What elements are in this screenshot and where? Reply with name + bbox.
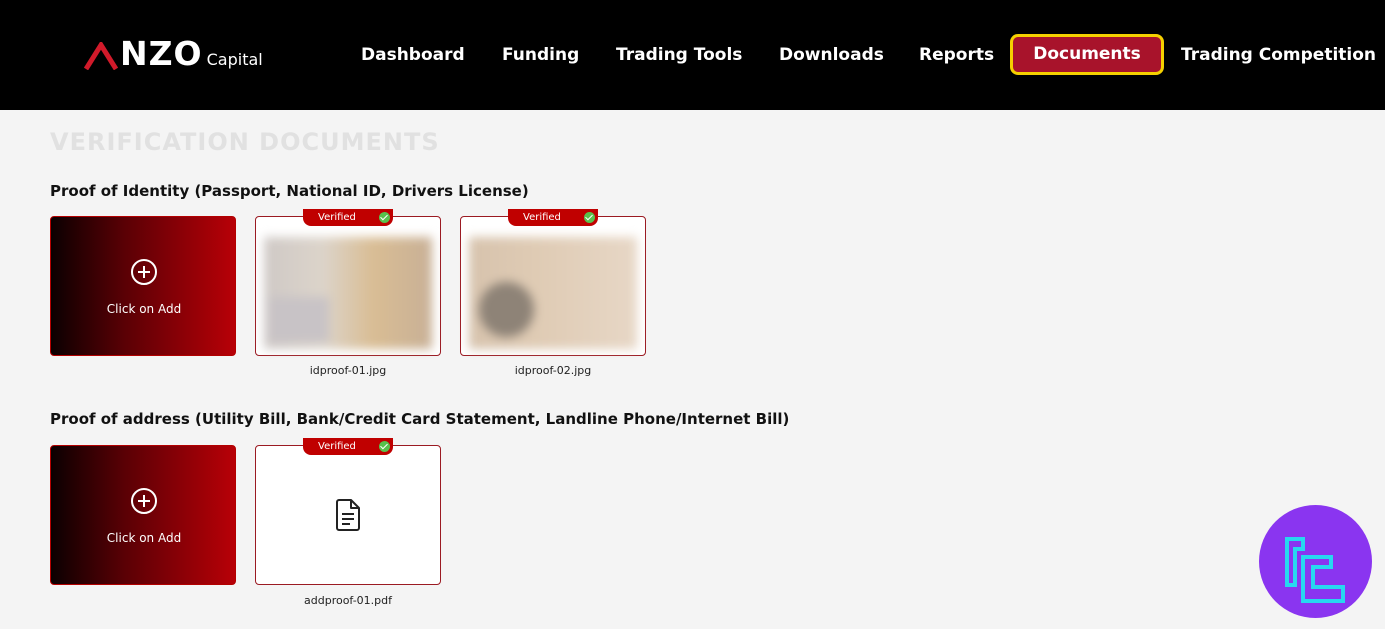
address-add-button[interactable]: Click on Add: [50, 445, 236, 585]
status-label: Verified: [523, 212, 561, 223]
status-badge: Verified: [303, 209, 393, 226]
plus-circle-icon: [131, 259, 157, 285]
document-thumbnail: [469, 237, 637, 349]
identity-file-card-1[interactable]: Verified: [255, 209, 441, 356]
add-label: Click on Add: [106, 531, 182, 545]
document-thumbnail: [264, 237, 432, 349]
check-icon: [584, 212, 595, 223]
address-section-heading: Proof of address (Utility Bill, Bank/Cre…: [50, 410, 790, 428]
add-label: Click on Add: [106, 302, 182, 316]
anzo-capital-logo[interactable]: NZO Capital: [84, 34, 263, 73]
file-name: idproof-02.jpg: [514, 364, 592, 377]
file-name: addproof-01.pdf: [304, 594, 392, 607]
logo-word: NZO: [120, 34, 203, 73]
nav-trading-competition[interactable]: Trading Competition: [1181, 40, 1376, 70]
nav-funding[interactable]: Funding: [502, 40, 579, 70]
status-badge: Verified: [508, 209, 598, 226]
top-navigation-bar: NZO Capital Dashboard Funding Trading To…: [0, 0, 1385, 110]
status-badge: Verified: [303, 438, 393, 455]
logo-subtitle: Capital: [206, 50, 263, 69]
check-icon: [379, 441, 390, 452]
file-name: idproof-01.jpg: [309, 364, 387, 377]
status-label: Verified: [318, 212, 356, 223]
nav-downloads[interactable]: Downloads: [779, 40, 884, 70]
nav-dashboard[interactable]: Dashboard: [361, 40, 465, 70]
nav-documents[interactable]: Documents: [1010, 34, 1164, 75]
identity-section-heading: Proof of Identity (Passport, National ID…: [50, 182, 529, 200]
document-icon: [336, 499, 360, 531]
logo-a-icon: [84, 42, 118, 70]
nav-trading-tools[interactable]: Trading Tools: [616, 40, 742, 70]
nav-reports[interactable]: Reports: [919, 40, 994, 70]
plus-circle-icon: [131, 488, 157, 514]
address-file-card-1[interactable]: Verified: [255, 438, 441, 585]
identity-file-card-2[interactable]: Verified: [460, 209, 646, 356]
watermark-logo-icon: [1259, 505, 1372, 618]
check-icon: [379, 212, 390, 223]
identity-add-button[interactable]: Click on Add: [50, 216, 236, 356]
page-title: VERIFICATION DOCUMENTS: [50, 128, 440, 156]
status-label: Verified: [318, 441, 356, 452]
